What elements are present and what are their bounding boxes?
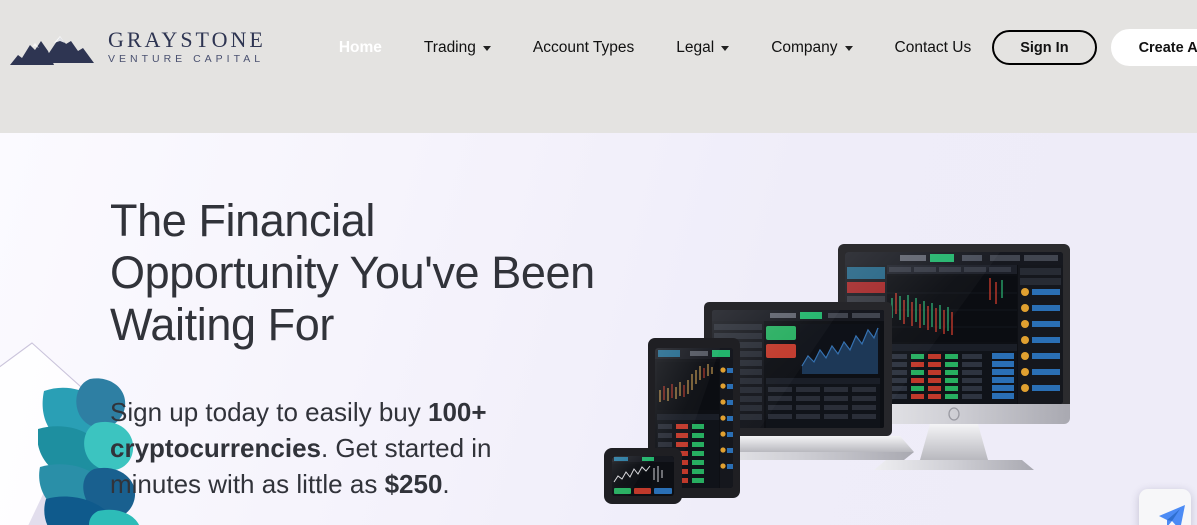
hero-subtitle-bold-2: $250 [384, 469, 443, 499]
nav-item-trading[interactable]: Trading [403, 39, 512, 57]
nav-item-label: Trading [423, 38, 476, 56]
chevron-down-icon [844, 46, 853, 51]
mountain-icon [10, 35, 94, 65]
chat-widget-button[interactable] [1139, 489, 1191, 525]
nav-item-label: Account Types [532, 38, 635, 56]
nav-item-legal[interactable]: Legal [655, 39, 750, 57]
hero-subtitle: Sign up today to easily buy 100+ cryptoc… [110, 394, 530, 502]
page-title: The Financial Opportunity You've Been Wa… [110, 195, 640, 351]
trading-platform-devices-image [604, 244, 1070, 504]
brand-tagline: VENTURE CAPITAL [108, 53, 265, 66]
telegram-send-icon [1159, 505, 1185, 525]
nav-item-contact-us[interactable]: Contact Us [874, 39, 993, 57]
auth-actions: Sign In Create Account [992, 29, 1197, 66]
hero-copy: The Financial Opportunity You've Been Wa… [110, 195, 640, 502]
nav-item-company[interactable]: Company [750, 39, 873, 57]
create-account-button[interactable]: Create Account [1110, 29, 1197, 66]
nav-item-label: Legal [676, 38, 715, 56]
main-navigation: Home Trading Account Types Legal Company… [318, 39, 992, 57]
hero-title-line-2: Opportunity You've Been [110, 247, 595, 298]
hero-title-line-3: Waiting For [110, 299, 334, 350]
hero-subtitle-part-1: Sign up today to easily buy [110, 397, 428, 427]
brand-logo[interactable]: GRAYSTONE VENTURE CAPITAL [8, 27, 266, 69]
nav-item-label: Home [338, 38, 382, 56]
nav-item-label: Company [771, 38, 838, 56]
nav-item-home[interactable]: Home [318, 39, 403, 57]
phone-device [604, 448, 682, 504]
chevron-down-icon [721, 46, 730, 51]
chevron-down-icon [482, 46, 491, 51]
hero-title-line-1: The Financial [110, 195, 375, 246]
nav-item-label: Contact Us [894, 38, 972, 56]
nav-item-account-types[interactable]: Account Types [512, 39, 655, 57]
header-inner: GRAYSTONE VENTURE CAPITAL Home Trading A… [0, 0, 1197, 95]
brand-name: GRAYSTONE [108, 27, 266, 53]
hero-subtitle-part-3: . [442, 469, 450, 499]
hero-section: The Financial Opportunity You've Been Wa… [0, 133, 1197, 525]
site-header: GRAYSTONE VENTURE CAPITAL Home Trading A… [0, 0, 1197, 133]
devices-illustration [600, 238, 1080, 525]
brand-wordmark: GRAYSTONE VENTURE CAPITAL [108, 28, 266, 67]
sign-in-button[interactable]: Sign In [992, 30, 1097, 65]
